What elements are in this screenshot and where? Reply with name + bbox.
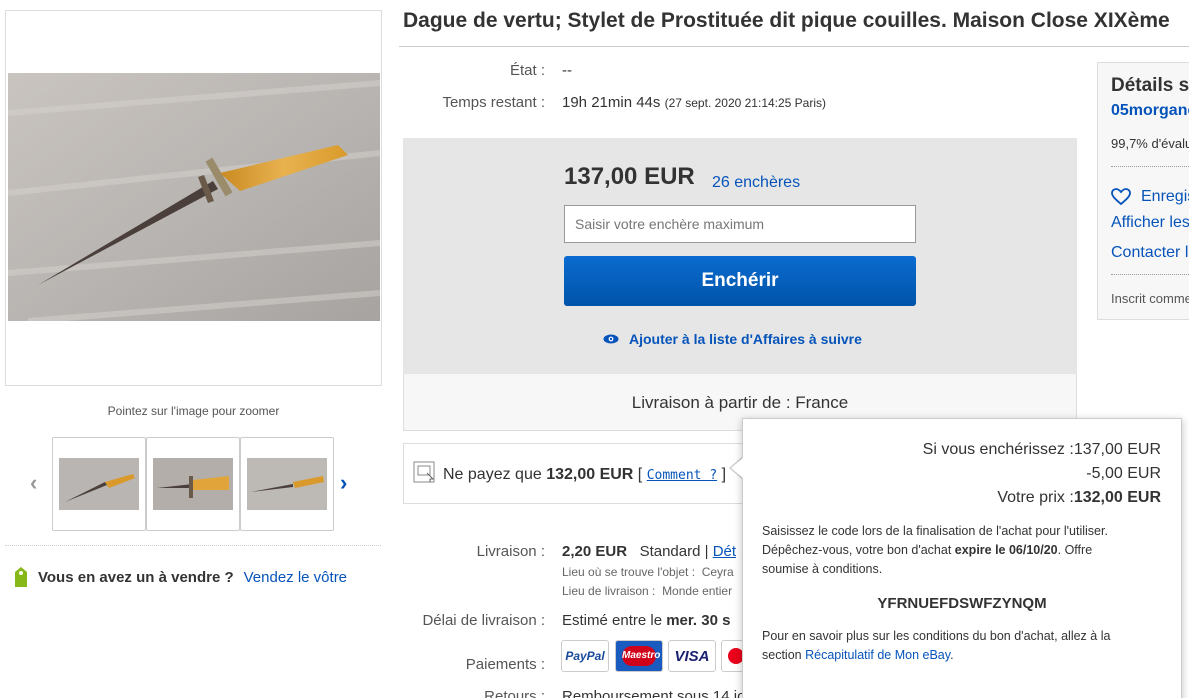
- other-items-link[interactable]: Afficher les autres objets: [1111, 214, 1189, 232]
- end-date: (27 sept. 2020 21:14:25 Paris): [664, 96, 827, 110]
- bid-panel: 137,00 EUR 26 enchères Enchérir Ajouter …: [403, 138, 1077, 374]
- separator: |: [704, 543, 709, 560]
- price-label: Votre prix :: [997, 489, 1074, 506]
- thumbnail-image: [59, 458, 139, 510]
- shipping-method: Standard: [639, 543, 701, 560]
- ship-to-value: Monde entier: [662, 584, 733, 598]
- visa-logo: VISA: [668, 640, 716, 672]
- thumbnail-3[interactable]: [240, 437, 334, 531]
- coupon-popup: Si vous enchérissez :137,00 EUR -5,00 EU…: [742, 418, 1182, 698]
- main-product-image[interactable]: [8, 73, 380, 321]
- delivery-date: mer. 30 s: [666, 612, 731, 629]
- delivery-label: Délai de livraison :: [422, 612, 545, 629]
- my-ebay-summary-link[interactable]: Récapitulatif de Mon eBay: [805, 648, 950, 662]
- divider: [5, 545, 381, 546]
- maestro-label: Maestro: [622, 646, 660, 666]
- divider: [399, 46, 1189, 47]
- chevron-right-icon[interactable]: ›: [340, 472, 347, 494]
- seller-since: Inscrit comme vendeur professionnel: [1111, 291, 1189, 306]
- ship-to: Lieu de livraison : Monde entier: [562, 584, 732, 598]
- main-image-frame[interactable]: [5, 10, 382, 386]
- coupon-prefix: Ne payez que: [443, 466, 547, 483]
- time-left-row: 19h 21min 44s (27 sept. 2020 21:14:25 Pa…: [562, 94, 826, 111]
- seller-name-link[interactable]: 05morgane: [1111, 102, 1189, 120]
- thumbnail-2[interactable]: [146, 437, 240, 531]
- item-title: Dague de vertu; Stylet de Prostituée dit…: [403, 9, 1170, 32]
- shipping-label: Livraison :: [476, 543, 545, 560]
- period: .: [950, 648, 954, 662]
- shipping-details-link[interactable]: Dét: [713, 543, 736, 560]
- divider: [1111, 274, 1189, 275]
- popup-instructions: Saisissez le code lors de la finalisatio…: [762, 522, 1142, 579]
- coupon-code: YFRNUEFDSWFZYNQM: [877, 595, 1047, 612]
- thumbnail-strip: ‹ ›: [30, 437, 360, 532]
- state-label: État :: [509, 62, 545, 79]
- max-bid-input[interactable]: [564, 205, 916, 243]
- coupon-text: Ne payez que 132,00 EUR [ Comment ? ]: [443, 466, 726, 484]
- divider: [1111, 166, 1189, 167]
- save-seller-label: Enregistrer ce vendeur: [1141, 188, 1189, 205]
- contact-seller-link[interactable]: Contacter le vendeur: [1111, 244, 1189, 262]
- watchlist-label: Ajouter à la liste d'Affaires à suivre: [629, 331, 862, 347]
- returns-label: Retours :: [484, 688, 545, 698]
- delivery-estimate: Estimé entre le mer. 30 s: [562, 612, 730, 629]
- sell-yours-row: Vous en avez un à vendre ? Vendez le vôt…: [12, 566, 347, 588]
- popup-more-info: Pour en savoir plus sur les conditions d…: [762, 627, 1142, 665]
- maestro-logo: Maestro: [615, 640, 663, 672]
- eye-icon: [603, 334, 619, 344]
- seller-feedback: 99,7% d'évaluations positives: [1111, 136, 1189, 151]
- price-tag-icon: [15, 567, 27, 587]
- shipping-price: 2,20 EUR: [562, 543, 628, 560]
- place-bid-button[interactable]: Enchérir: [564, 256, 916, 306]
- coupon-icon: [413, 461, 435, 483]
- popup-price-line: Votre prix :132,00 EUR: [997, 489, 1161, 507]
- popup-pointer-inner: [731, 457, 744, 479]
- shipping-row: 2,20 EUR Standard | Dét: [562, 543, 736, 560]
- location-value: Ceyra: [701, 565, 734, 579]
- thumbnail-image: [153, 458, 233, 510]
- sell-question: Vous en avez un à vendre ?: [38, 568, 234, 586]
- paypal-logo: PayPal: [561, 640, 609, 672]
- delivery-prefix: Estimé entre le: [562, 612, 667, 629]
- time-left-label: Temps restant :: [442, 94, 545, 111]
- seller-panel: Détails sur le vendeur 05morgane 99,7% d…: [1097, 62, 1189, 320]
- bid-value: 137,00 EUR: [1073, 441, 1161, 458]
- chevron-left-icon[interactable]: ‹: [30, 472, 37, 494]
- bracket: [: [633, 466, 647, 483]
- bracket: ]: [717, 466, 727, 483]
- coupon-box: Ne payez que 132,00 EUR [ Comment ? ]: [403, 443, 763, 504]
- location-label: Lieu où se trouve l'objet :: [562, 565, 696, 579]
- thumbnail-1[interactable]: [52, 437, 146, 531]
- coupon-amount: 132,00 EUR: [546, 466, 634, 483]
- popup-bid-line: Si vous enchérissez :137,00 EUR: [923, 441, 1161, 459]
- payments-label: Paiements :: [465, 656, 545, 673]
- price-value: 132,00 EUR: [1073, 489, 1161, 506]
- ship-to-label: Lieu de livraison :: [562, 584, 656, 598]
- state-value: --: [562, 62, 572, 79]
- current-price: 137,00 EUR: [564, 163, 695, 190]
- bid-label: Si vous enchérissez :: [922, 441, 1074, 458]
- popup-discount-line: -5,00 EUR: [1086, 465, 1161, 482]
- item-location: Lieu où se trouve l'objet : Ceyra: [562, 565, 734, 579]
- zoom-hint: Pointez sur l'image pour zoomer: [107, 404, 280, 418]
- expiry: expire le 06/10/20: [954, 543, 1058, 557]
- bid-count-link[interactable]: 26 enchères: [712, 174, 800, 192]
- time-left-value: 19h 21min 44s: [562, 94, 661, 111]
- sell-yours-link[interactable]: Vendez le vôtre: [244, 569, 347, 586]
- thumbnail-image: [247, 458, 327, 510]
- how-link[interactable]: Comment ?: [647, 468, 717, 483]
- heart-icon: [1111, 188, 1131, 206]
- save-seller-link[interactable]: Enregistrer ce vendeur: [1111, 188, 1189, 206]
- seller-panel-title: Détails sur le vendeur: [1111, 75, 1189, 96]
- add-to-watchlist-link[interactable]: Ajouter à la liste d'Affaires à suivre: [603, 331, 862, 347]
